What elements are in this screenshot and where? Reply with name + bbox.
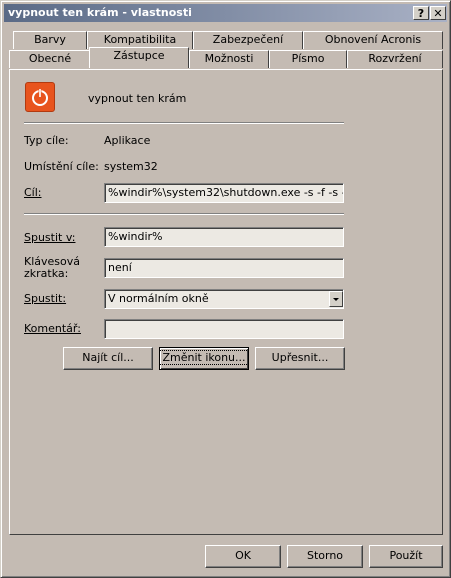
tab-zastupce[interactable]: Zástupce: [89, 47, 189, 68]
shortcut-name: vypnout ten krám: [88, 92, 187, 105]
separator: [24, 122, 344, 124]
start-in-label: Spustit v:: [24, 231, 76, 244]
target-input[interactable]: %windir%\system32\shutdown.exe -s -f -s …: [104, 183, 344, 203]
run-select[interactable]: V normálním okně: [104, 289, 344, 309]
run-select-value: V normálním okně: [108, 292, 209, 305]
start-in-input[interactable]: %windir%: [104, 227, 344, 247]
ok-button[interactable]: OK: [205, 545, 281, 568]
target-location-label: Umístění cíle:: [24, 160, 99, 173]
change-icon-button[interactable]: Změnit ikonu...: [159, 347, 249, 370]
run-label: Spustit:: [24, 292, 67, 305]
find-target-button[interactable]: Najít cíl...: [63, 347, 153, 370]
tab-obnoveni-acronis[interactable]: Obnovení Acronis: [303, 31, 443, 49]
power-icon: [25, 82, 55, 112]
hotkey-input[interactable]: není: [104, 258, 344, 278]
tab-rozvrzeni[interactable]: Rozvržení: [347, 50, 443, 68]
comment-input[interactable]: [104, 319, 344, 339]
cancel-button[interactable]: Storno: [287, 545, 363, 568]
advanced-label: Upřesnit...: [271, 351, 329, 364]
tab-panel-shortcut: vypnout ten krám Typ cíle: Aplikace Umís…: [9, 69, 443, 535]
target-type-value: Aplikace: [104, 134, 151, 147]
comment-label: Komentář:: [24, 322, 81, 335]
help-button[interactable]: ?: [413, 6, 429, 20]
chevron-down-icon[interactable]: [329, 291, 343, 307]
apply-label: Použít: [389, 549, 423, 562]
window-title: vypnout ten krám - vlastnosti: [8, 6, 192, 19]
tab-obecne[interactable]: Obecné: [9, 50, 91, 68]
tab-zabezpeceni[interactable]: Zabezpečení: [193, 31, 303, 49]
properties-window: vypnout ten krám - vlastnosti ? ✕ Barvy …: [0, 0, 451, 578]
target-location-value: system32: [104, 160, 158, 173]
close-button[interactable]: ✕: [430, 6, 446, 20]
advanced-button[interactable]: Upřesnit...: [255, 347, 345, 370]
target-type-label: Typ cíle:: [24, 134, 69, 147]
change-icon-label: Změnit ikonu...: [159, 350, 249, 365]
tab-barvy[interactable]: Barvy: [13, 31, 87, 49]
tab-pismo[interactable]: Písmo: [269, 50, 347, 68]
ok-label: OK: [235, 549, 251, 562]
separator: [24, 213, 344, 215]
apply-button[interactable]: Použít: [369, 545, 443, 568]
cancel-label: Storno: [306, 549, 344, 562]
hotkey-label: Klávesová zkratka:: [24, 255, 80, 280]
title-bar[interactable]: vypnout ten krám - vlastnosti ? ✕: [4, 4, 447, 22]
tab-moznosti[interactable]: Možnosti: [189, 50, 269, 68]
find-target-label: Najít cíl...: [82, 351, 134, 364]
target-label: Cíl:: [24, 186, 42, 199]
